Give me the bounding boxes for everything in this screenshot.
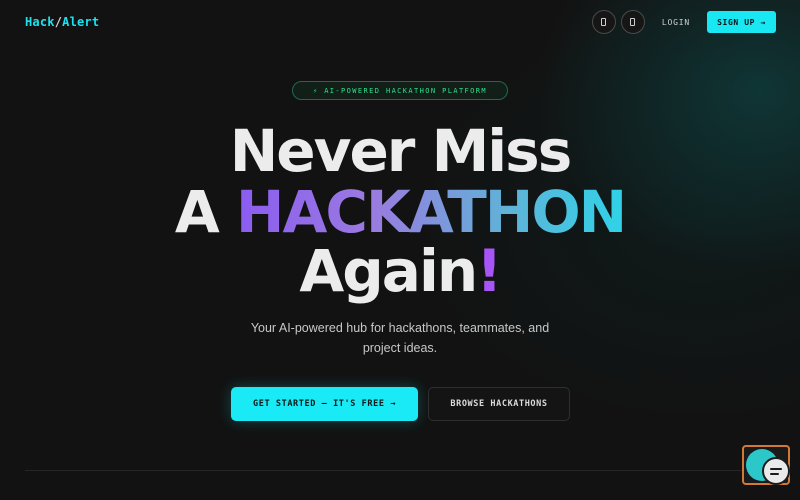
logo-part-1: Hack bbox=[25, 15, 55, 29]
chat-bubble-icon bbox=[762, 457, 790, 485]
device-icon bbox=[601, 18, 607, 26]
brand-logo[interactable]: Hack/Alert bbox=[25, 15, 99, 29]
chat-line bbox=[770, 468, 782, 470]
hero-title-line-3: Again! bbox=[0, 242, 800, 300]
hero-title-line-2: A HACKATHON bbox=[0, 183, 800, 241]
logo-part-2: Alert bbox=[62, 15, 100, 29]
get-started-button[interactable]: GET STARTED — IT'S FREE → bbox=[231, 387, 418, 421]
sign-up-button[interactable]: SIGN UP → bbox=[707, 11, 776, 33]
hero-badge: ⚡ AI-POWERED HACKATHON PLATFORM bbox=[292, 81, 508, 100]
hero-title-line-1: Never Miss bbox=[229, 117, 572, 185]
chat-widget-button[interactable] bbox=[742, 445, 790, 485]
top-nav: Hack/Alert LOGIN SIGN UP → bbox=[0, 0, 800, 44]
hero-subtitle: Your AI-powered hub for hackathons, team… bbox=[250, 321, 550, 355]
hero-title-accent: ! bbox=[476, 237, 502, 305]
browse-hackathons-button[interactable]: BROWSE HACKATHONS bbox=[428, 387, 570, 421]
login-link[interactable]: LOGIN bbox=[662, 18, 690, 27]
nav-actions: LOGIN SIGN UP → bbox=[587, 10, 776, 34]
nav-icon-button-2[interactable] bbox=[620, 10, 645, 34]
hero-title-highlight: HACKATHON bbox=[235, 178, 627, 246]
nav-icon-button-1[interactable] bbox=[591, 10, 616, 34]
hero-title-prefix: A bbox=[174, 178, 236, 246]
hero-title-again: Again bbox=[299, 237, 478, 305]
chat-line bbox=[770, 473, 779, 475]
section-divider bbox=[25, 470, 775, 471]
device-icon bbox=[630, 18, 636, 26]
